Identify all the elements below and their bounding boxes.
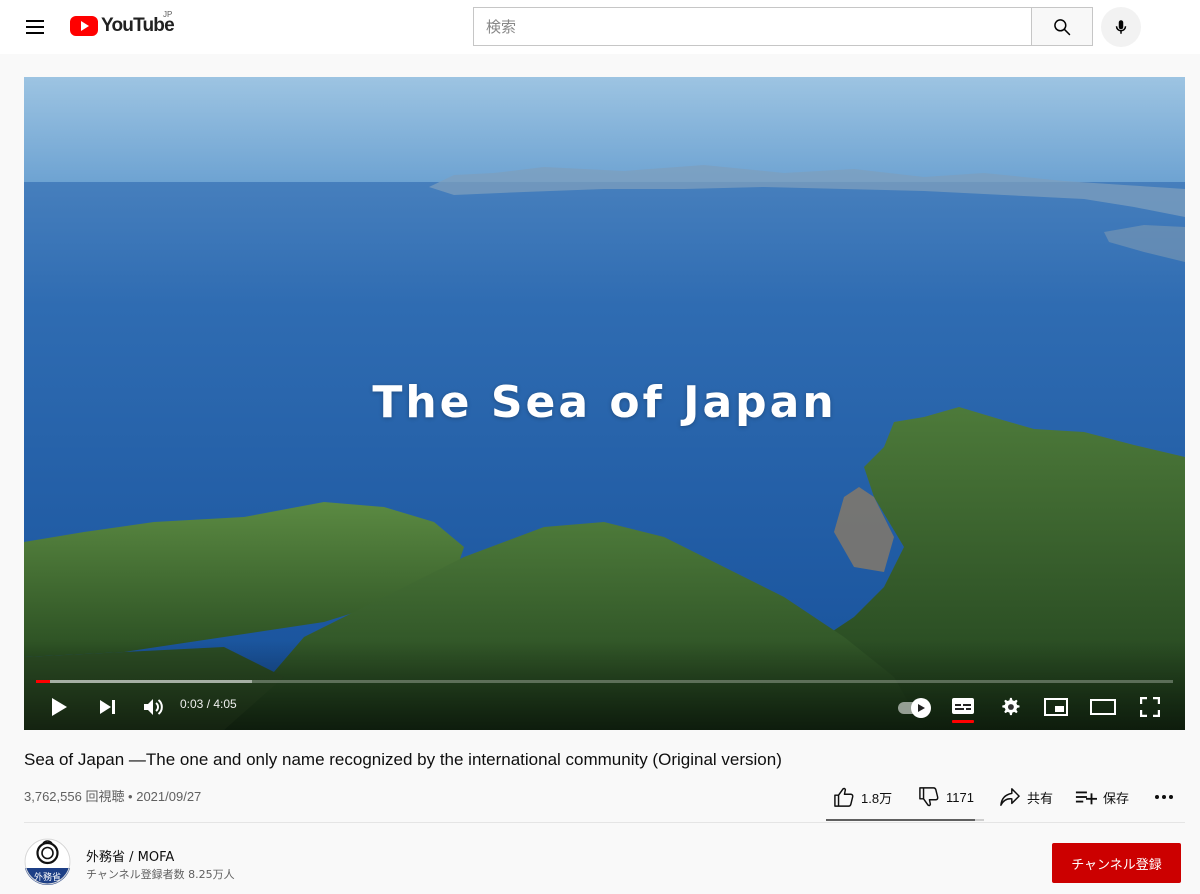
like-count: 1.8万 [861,790,893,806]
save-label: 保存 [1103,790,1130,806]
video-view-count-and-date: 3,762,556 回視聴 • 2021/09/27 [24,789,202,804]
thumbs-down-icon [919,787,939,807]
channel-avatar[interactable]: 外務省 [24,838,71,885]
subtitles-icon [952,698,974,714]
search-input[interactable] [486,17,1032,36]
masthead: YouTube JP [0,0,1200,54]
dislike-button[interactable]: 1171 [918,784,974,810]
sentiment-like-fill [826,819,975,821]
region-code: JP [163,10,173,19]
theater-icon [1090,699,1116,715]
autoplay-knob [911,698,931,718]
thumbs-up-icon [834,787,854,807]
search-icon [1054,18,1071,35]
microphone-icon [1115,20,1127,34]
time-display: 0:03 / 4:05 [180,697,237,711]
save-button[interactable]: 保存 [1075,784,1129,810]
next-icon [100,700,115,714]
video-title: Sea of Japan ―The one and only name reco… [24,750,782,769]
video-player[interactable]: The Sea of Japan 0:03 / 4:05 [24,77,1185,730]
gear-icon [1002,697,1020,716]
more-horizontal-icon [1155,795,1173,799]
video-overlay-title: The Sea of Japan [372,377,837,428]
autoplay-toggle[interactable] [898,698,931,718]
next-button[interactable] [92,693,122,721]
subtitles-button[interactable] [948,693,978,719]
youtube-play-icon [70,16,98,36]
menu-icon[interactable] [22,14,48,40]
subscriber-count: チャンネル登録者数 8.25万人 [86,868,235,881]
play-button[interactable] [44,693,74,721]
voice-search-button[interactable] [1101,7,1141,47]
share-button[interactable]: 共有 [999,784,1053,810]
fullscreen-button[interactable] [1135,693,1165,721]
share-label: 共有 [1027,790,1054,806]
youtube-logo[interactable]: YouTube [70,14,175,38]
progress-bar[interactable] [36,680,1173,683]
add-to-playlist-icon [1075,791,1097,805]
theater-mode-button[interactable] [1088,693,1118,721]
mute-button[interactable] [138,693,168,721]
subtitles-active-indicator [952,720,974,723]
subscribe-button[interactable]: チャンネル登録 [1052,843,1181,883]
miniplayer-icon [1044,698,1068,716]
fullscreen-icon [1140,697,1160,717]
like-button[interactable]: 1.8万 [833,784,892,810]
settings-button[interactable] [995,693,1025,721]
dislike-count: 1171 [946,789,974,805]
volume-icon [144,699,163,715]
more-actions-button[interactable] [1154,784,1178,810]
progress-buffered [36,680,253,683]
avatar-label: 外務省 [33,873,61,883]
progress-played [36,680,50,683]
divider [24,822,1185,823]
share-icon [1000,788,1020,806]
search-button[interactable] [1031,7,1093,46]
search-box [473,7,1032,46]
channel-name[interactable]: 外務省 / MOFA [86,846,174,865]
play-icon [52,698,67,716]
sentiment-bar [826,819,984,821]
autoplay-play-icon [918,704,925,712]
miniplayer-button[interactable] [1041,693,1071,721]
